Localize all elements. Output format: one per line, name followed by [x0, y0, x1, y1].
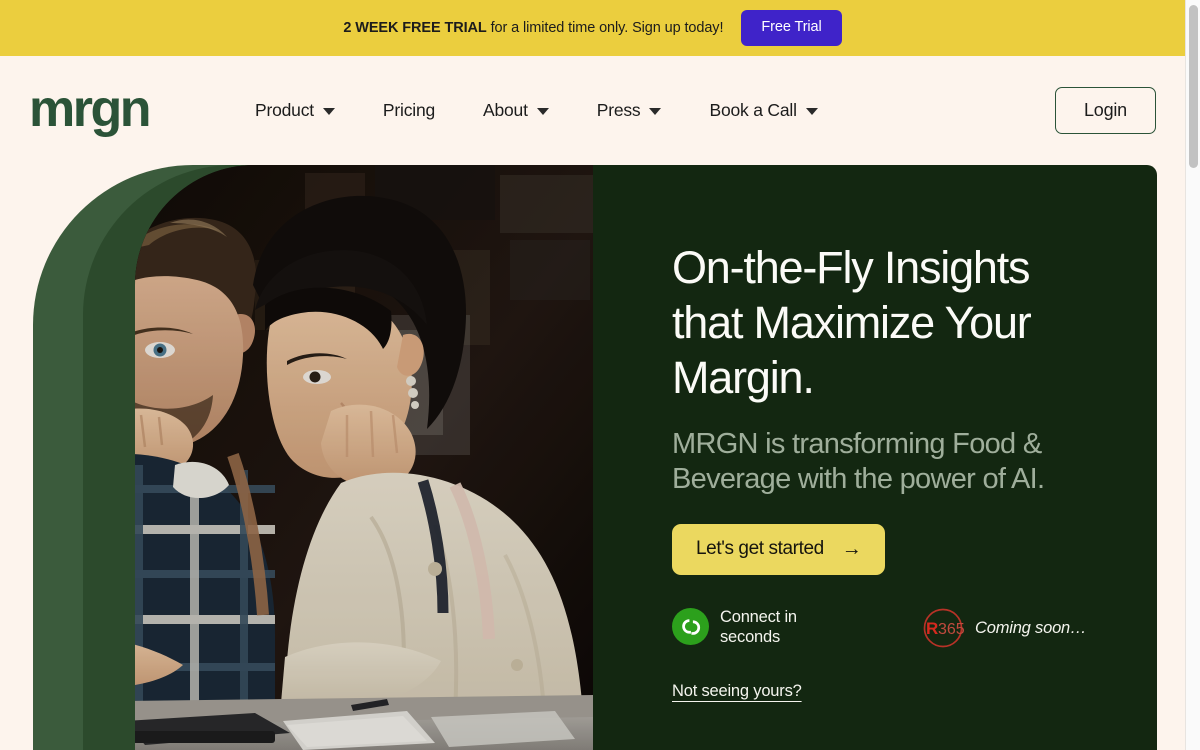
- nav-item-product[interactable]: Product: [231, 90, 359, 131]
- page-title: On-the-Fly Insights that Maximize Your M…: [672, 240, 1072, 405]
- promo-banner: 2 WEEK FREE TRIAL for a limited time onl…: [0, 0, 1185, 56]
- hero-content-panel: On-the-Fly Insights that Maximize Your M…: [593, 165, 1157, 750]
- chevron-down-icon: [536, 108, 549, 115]
- get-started-button[interactable]: Let's get started →: [672, 524, 886, 575]
- nav-item-press-label: Press: [596, 100, 641, 120]
- main-navigation: mrgn Product Pricing About Press Book a …: [0, 56, 1185, 165]
- vertical-scrollbar-track[interactable]: [1185, 0, 1200, 750]
- hero-subtitle: MRGN is transforming Food & Beverage wit…: [672, 428, 1045, 495]
- nav-item-press[interactable]: Press: [573, 90, 686, 131]
- r365-icon: R 365: [922, 607, 965, 649]
- quickbooks-icon: [672, 608, 709, 646]
- browser-viewport: 2 WEEK FREE TRIAL for a limited time onl…: [0, 0, 1200, 750]
- promo-banner-bold-text: 2 WEEK FREE TRIAL: [343, 20, 487, 36]
- integration-badges: Connect in seconds R 365 Coming soon…: [672, 607, 1157, 649]
- login-button[interactable]: Login: [1054, 86, 1156, 135]
- arrow-right-icon: →: [841, 538, 862, 561]
- hero-title-line-2: that Maximize Your: [672, 297, 1032, 348]
- nav-item-book-a-call-label: Book a Call: [709, 100, 797, 120]
- promo-banner-rest-text: for a limited time only. Sign up today!: [486, 20, 724, 36]
- mrgn-logo[interactable]: mrgn: [29, 83, 152, 135]
- get-started-label: Let's get started: [696, 538, 824, 559]
- hero-photo: [135, 165, 593, 750]
- integration-badge-quickbooks[interactable]: Connect in seconds: [672, 607, 922, 647]
- hero-photo-illustration: [135, 165, 593, 750]
- nav-item-about-label: About: [483, 100, 528, 120]
- chevron-down-icon: [322, 108, 335, 115]
- nav-item-pricing[interactable]: Pricing: [359, 90, 459, 131]
- chevron-down-icon: [649, 108, 662, 115]
- not-seeing-yours-link[interactable]: Not seeing yours?: [672, 682, 802, 701]
- svg-text:365: 365: [938, 621, 964, 638]
- nav-item-about[interactable]: About: [459, 90, 573, 131]
- nav-links: Product Pricing About Press Book a Call: [231, 90, 842, 131]
- nav-item-pricing-label: Pricing: [382, 100, 436, 120]
- svg-text:R: R: [926, 619, 938, 638]
- hero-title-line-3: Margin.: [672, 352, 815, 403]
- nav-item-book-a-call[interactable]: Book a Call: [685, 90, 841, 131]
- free-trial-button[interactable]: Free Trial: [741, 10, 842, 46]
- chevron-down-icon: [805, 108, 818, 115]
- nav-item-product-label: Product: [255, 100, 314, 120]
- vertical-scrollbar-thumb[interactable]: [1189, 5, 1198, 168]
- hero-section: On-the-Fly Insights that Maximize Your M…: [0, 165, 1185, 750]
- integration-badge-quickbooks-label: Connect in seconds: [720, 607, 797, 646]
- integration-badge-r365-label: Coming soon…: [975, 618, 1087, 637]
- hero-title-line-1: On-the-Fly Insights: [672, 242, 1031, 293]
- promo-banner-text: 2 WEEK FREE TRIAL for a limited time onl…: [343, 20, 723, 36]
- integration-badge-r365[interactable]: R 365 Coming soon…: [922, 607, 1087, 649]
- page-content: 2 WEEK FREE TRIAL for a limited time onl…: [0, 0, 1185, 750]
